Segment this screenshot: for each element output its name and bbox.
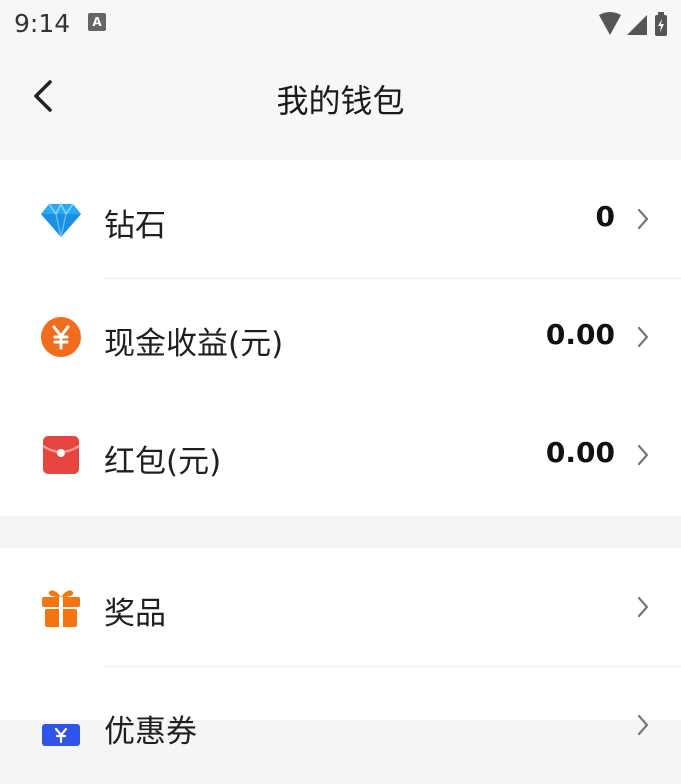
rewards-row-label: 奖品 <box>104 596 166 632</box>
red-envelope-icon <box>42 436 80 474</box>
rewards-row-label: 优惠券 <box>104 714 197 750</box>
wallet-row-label: 现金收益(元) <box>104 326 284 362</box>
rewards-row-prize[interactable]: 奖品 <box>0 548 681 666</box>
status-time: 9:14 <box>14 9 71 38</box>
coupon-icon <box>42 724 80 746</box>
chevron-right-icon <box>637 326 649 348</box>
wallet-row-label: 钻石 <box>104 208 166 244</box>
yuan-coin-icon <box>41 317 81 357</box>
wallet-row-diamond[interactable]: 钻石 0 <box>0 160 681 278</box>
signal-icon <box>627 15 647 35</box>
wallet-card: 钻石 0 现金收益(元) 0.00 红包(元) 0.00 <box>0 160 681 516</box>
rewards-row-coupon[interactable]: 优惠券 <box>0 666 681 784</box>
status-bar: 9:14 A <box>0 0 681 48</box>
wifi-icon <box>599 12 621 35</box>
battery-icon <box>655 12 667 36</box>
wallet-row-value: 0.00 <box>545 436 615 469</box>
notification-badge-icon: A <box>88 13 106 31</box>
wallet-row-value: 0.00 <box>545 318 615 351</box>
chevron-right-icon <box>637 714 649 736</box>
diamond-icon <box>41 202 81 238</box>
rewards-card: 奖品 优惠券 <box>0 548 681 750</box>
status-icons <box>599 12 667 36</box>
chevron-right-icon <box>637 208 649 230</box>
nav-bar: 我的钱包 <box>0 48 681 160</box>
wallet-row-cash[interactable]: 现金收益(元) 0.00 <box>0 278 681 396</box>
wallet-row-label: 红包(元) <box>104 444 222 480</box>
page-title: 我的钱包 <box>276 82 405 120</box>
wallet-row-value: 0 <box>595 200 615 233</box>
chevron-right-icon <box>637 596 649 618</box>
wallet-row-red-envelope[interactable]: 红包(元) 0.00 <box>0 396 681 514</box>
gift-icon <box>42 590 80 627</box>
chevron-right-icon <box>637 444 649 466</box>
